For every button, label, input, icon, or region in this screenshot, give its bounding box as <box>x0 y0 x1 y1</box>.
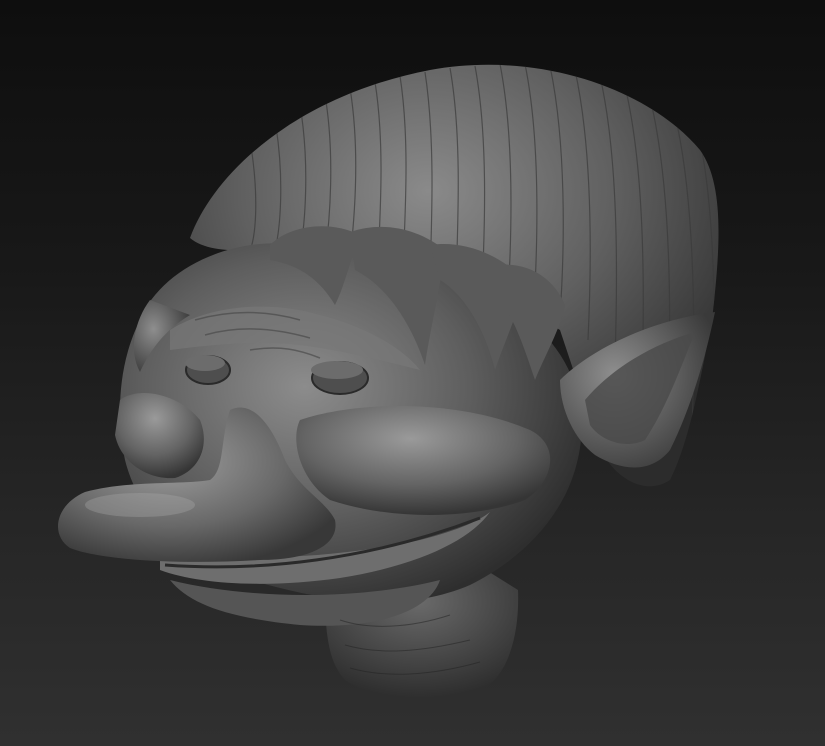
right-eyelid <box>311 361 363 379</box>
left-eyelid <box>185 355 225 371</box>
nose-highlight <box>85 493 195 517</box>
sculpt-viewport[interactable] <box>0 0 825 746</box>
clay-sculpt-render <box>58 64 719 699</box>
